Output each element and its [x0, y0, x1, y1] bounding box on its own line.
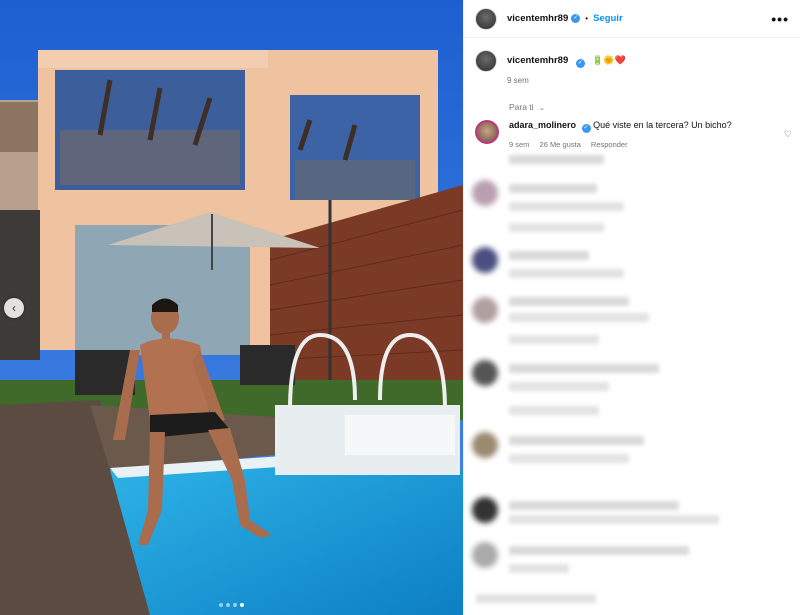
chevron-down-icon: ⌄	[538, 105, 545, 112]
author-username[interactable]: vicentemhr89	[507, 13, 568, 24]
blurred-avatar	[472, 180, 498, 206]
blurred-text	[509, 382, 609, 391]
blurred-text	[509, 515, 719, 524]
blurred-text	[509, 313, 649, 322]
photo-scene	[0, 0, 463, 615]
commenter-avatar[interactable]	[475, 120, 499, 144]
carousel-dot	[233, 603, 237, 607]
blurred-text	[509, 223, 604, 232]
blurred-comment	[464, 590, 800, 615]
comment-filter-dropdown[interactable]: Para ti ⌄	[509, 102, 800, 112]
blurred-text	[509, 454, 629, 463]
post-header: vicentemhr89 ✓ • Seguir •••	[464, 0, 800, 38]
caption-avatar[interactable]	[475, 50, 497, 72]
blurred-comment	[464, 540, 800, 580]
carousel-dot	[219, 603, 223, 607]
carousel-indicator	[219, 603, 244, 607]
blurred-avatar	[472, 432, 498, 458]
verified-icon: ✓	[575, 59, 585, 68]
blurred-avatar	[472, 542, 498, 568]
blurred-text	[509, 436, 644, 445]
caption-username[interactable]: vicentemhr89	[507, 55, 568, 66]
comment-text: Qué viste en la tercera? Un bicho?	[593, 120, 732, 130]
blurred-comment	[464, 178, 800, 218]
heart-icon[interactable]: ♡	[784, 129, 792, 140]
blurred-text	[509, 184, 597, 193]
blurred-comment	[464, 245, 800, 285]
more-icon[interactable]: •••	[771, 11, 789, 27]
post-caption: vicentemhr89 ✓ 🔋🌞❤️ 9 sem	[464, 38, 800, 85]
blurred-text	[509, 155, 604, 164]
verified-icon: ✓	[571, 14, 581, 23]
blurred-text	[509, 251, 589, 260]
blurred-text	[509, 364, 659, 373]
blurred-avatar	[472, 497, 498, 523]
blurred-avatar	[472, 247, 498, 273]
blurred-comment	[464, 430, 800, 470]
comment-likes[interactable]: 26 Me gusta	[540, 140, 581, 149]
blurred-text	[509, 297, 629, 306]
blurred-text	[509, 335, 599, 344]
blurred-text	[476, 594, 596, 603]
caption-text: 🔋🌞❤️	[592, 55, 626, 65]
caption-timestamp: 9 sem	[507, 76, 529, 85]
follow-button[interactable]: Seguir	[593, 13, 623, 24]
blurred-comment	[464, 295, 800, 344]
reply-button[interactable]: Responder	[591, 140, 628, 149]
previous-slide-button[interactable]: ‹	[4, 298, 24, 318]
blurred-text	[509, 501, 679, 510]
comments-panel: vicentemhr89 ✓ • Seguir ••• vicentemhr89…	[463, 0, 800, 615]
verified-icon: ✓	[581, 124, 591, 133]
blurred-text	[509, 546, 689, 555]
comment-time: 9 sem	[509, 140, 530, 149]
blurred-text	[509, 406, 599, 415]
commenter-username[interactable]: adara_molinero	[509, 120, 576, 130]
blurred-text	[509, 202, 624, 211]
blurred-avatar	[472, 360, 498, 386]
post-photo[interactable]: ‹	[0, 0, 463, 615]
comment-item: adara_molinero ✓ Qué viste en la tercera…	[464, 112, 800, 149]
blurred-text	[509, 269, 624, 278]
blurred-comment	[464, 495, 800, 535]
blurred-avatar	[472, 297, 498, 323]
comment-filter-label: Para ti	[509, 102, 534, 112]
carousel-dot-active	[240, 603, 244, 607]
carousel-dot	[226, 603, 230, 607]
blurred-text	[509, 564, 569, 573]
chevron-left-icon: ‹	[12, 301, 16, 315]
blurred-comment	[464, 358, 800, 415]
author-avatar[interactable]	[475, 7, 497, 30]
separator-dot: •	[585, 14, 589, 23]
